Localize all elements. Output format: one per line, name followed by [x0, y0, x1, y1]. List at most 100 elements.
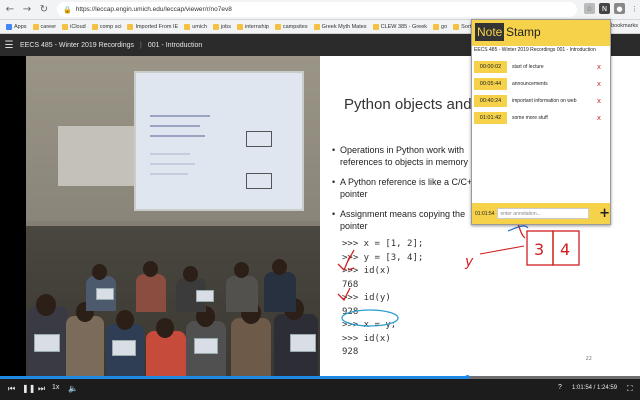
lecture-board — [58, 126, 138, 186]
bookmark-label: jobs — [220, 23, 231, 30]
student-head — [143, 261, 158, 277]
slide-page-number: 22 — [585, 356, 592, 362]
fullscreen-icon[interactable]: ⛶ — [627, 384, 633, 394]
projected-line — [150, 115, 210, 117]
bookmark-label: career — [40, 23, 57, 30]
student-head — [116, 310, 134, 330]
bookmark-item[interactable]: career — [32, 23, 57, 30]
folder-icon — [212, 23, 219, 30]
time-display: 1:01:54 / 1:24:59 — [572, 385, 618, 391]
student-head — [156, 318, 174, 338]
note-text: announcements — [512, 81, 548, 87]
bookmark-label: go — [441, 23, 448, 30]
folder-icon — [274, 23, 281, 30]
bookmark-item[interactable]: comp sci — [91, 23, 121, 30]
delete-note-button[interactable]: x — [594, 97, 604, 105]
help-button[interactable]: ? — [558, 384, 562, 391]
folder-icon — [62, 23, 69, 30]
note-row: 00:40:24 important information on web x — [474, 95, 608, 107]
bookmark-item[interactable]: CLEW 385 - Greek — [372, 23, 428, 30]
bookmark-item[interactable]: Imported From IE — [127, 23, 179, 30]
lecture-camera-feed — [26, 56, 320, 376]
course-title[interactable]: EECS 485 - Winter 2019 Recordings — [20, 42, 134, 49]
bookmark-item[interactable]: jobs — [212, 23, 231, 30]
breadcrumb-separator: | — [140, 41, 142, 49]
student-head — [36, 294, 56, 316]
folder-icon — [453, 23, 460, 30]
student — [264, 272, 296, 312]
extension-icon[interactable]: N — [599, 3, 610, 14]
annotation-input[interactable]: enter annotation... — [497, 208, 590, 219]
reload-icon[interactable]: ↻ — [37, 3, 51, 17]
pause-icon[interactable]: ❚❚ — [22, 384, 35, 393]
skip-forward-icon[interactable]: ⏭ — [38, 384, 45, 394]
menu-icon[interactable]: ⋮ — [629, 3, 640, 14]
folder-icon — [127, 23, 134, 30]
notestamp-subtitle: EECS 485 - Winter 2019 Recordings 001 - … — [474, 47, 596, 53]
bookmark-item[interactable]: Greek Myth Mates — [313, 23, 367, 30]
student-head — [92, 264, 107, 280]
projected-line — [150, 163, 195, 165]
note-row: 00:00:02 start of lecture x — [474, 61, 608, 73]
speed-button[interactable]: 1x — [52, 384, 59, 391]
hamburger-menu-icon[interactable]: ☰ — [0, 40, 18, 51]
add-annotation-button[interactable]: + — [599, 206, 610, 221]
ink-digit: 3 — [534, 240, 544, 259]
delete-note-button[interactable]: x — [594, 80, 604, 88]
bookmark-label: internship — [245, 23, 269, 30]
student — [231, 318, 271, 376]
notestamp-panel: Note Stamp EECS 485 - Winter 2019 Record… — [471, 19, 611, 225]
bookmark-item[interactable]: campsites — [274, 23, 308, 30]
student-head — [183, 266, 198, 282]
projected-line — [150, 125, 200, 127]
note-text: start of lecture — [512, 64, 544, 70]
folder-icon — [433, 23, 440, 30]
bookmark-label: umich — [192, 23, 207, 30]
note-timestamp[interactable]: 00:00:02 — [474, 61, 507, 73]
note-timestamp[interactable]: 00:40:24 — [474, 95, 507, 107]
student-head — [234, 262, 249, 278]
bookmark-label: Greek Myth Mates — [321, 23, 367, 30]
toolbar-right: ☆ N ● ⋮ — [580, 3, 640, 14]
laptop — [34, 334, 60, 352]
bookmark-item[interactable]: iCloud — [62, 23, 86, 30]
forward-icon[interactable]: → — [20, 3, 34, 17]
projected-box — [246, 173, 272, 189]
bookmark-label: Apps — [14, 23, 27, 30]
note-row: 01:01:42 some more stuff x — [474, 112, 608, 124]
bookmark-item[interactable]: Apps — [6, 23, 27, 30]
notestamp-logo-note: Note — [475, 23, 505, 41]
bookmark-item[interactable]: go — [433, 23, 448, 30]
notestamp-header: Note Stamp — [472, 20, 610, 46]
ink-check — [337, 255, 351, 272]
ink-digit: 4 — [560, 240, 570, 259]
bookmark-item[interactable]: umich — [184, 23, 207, 30]
laptop — [194, 338, 218, 354]
address-bar[interactable]: 🔒 https://leccap.engin.umich.edu/leccap/… — [57, 2, 577, 17]
laptop — [196, 290, 214, 302]
note-timestamp[interactable]: 01:01:42 — [474, 112, 507, 124]
volume-icon[interactable]: 🔈 — [68, 384, 78, 393]
laptop — [290, 334, 316, 352]
lock-icon: 🔒 — [63, 6, 72, 14]
back-icon[interactable]: ← — [3, 3, 17, 17]
student-head — [272, 259, 287, 275]
note-timestamp[interactable]: 00:05:44 — [474, 78, 507, 90]
delete-note-button[interactable]: x — [594, 63, 604, 71]
skip-back-icon[interactable]: ⏮ — [8, 384, 15, 394]
projected-line — [150, 173, 188, 175]
profile-icon[interactable]: ● — [614, 3, 625, 14]
notestamp-logo-stamp: Stamp — [506, 25, 541, 39]
projection-screen — [134, 71, 304, 211]
folder-icon — [32, 23, 39, 30]
ink-letter: y — [464, 254, 474, 270]
star-icon[interactable]: ☆ — [584, 3, 595, 14]
laptop — [112, 340, 136, 356]
bookmark-label: CLEW 385 - Greek — [380, 23, 428, 30]
delete-note-button[interactable]: x — [594, 114, 604, 122]
laptop — [96, 288, 114, 300]
bookmark-item[interactable]: internship — [237, 23, 269, 30]
projected-box — [246, 131, 272, 147]
ink-arrow — [479, 245, 525, 255]
bookmark-label: Imported From IE — [135, 23, 179, 30]
